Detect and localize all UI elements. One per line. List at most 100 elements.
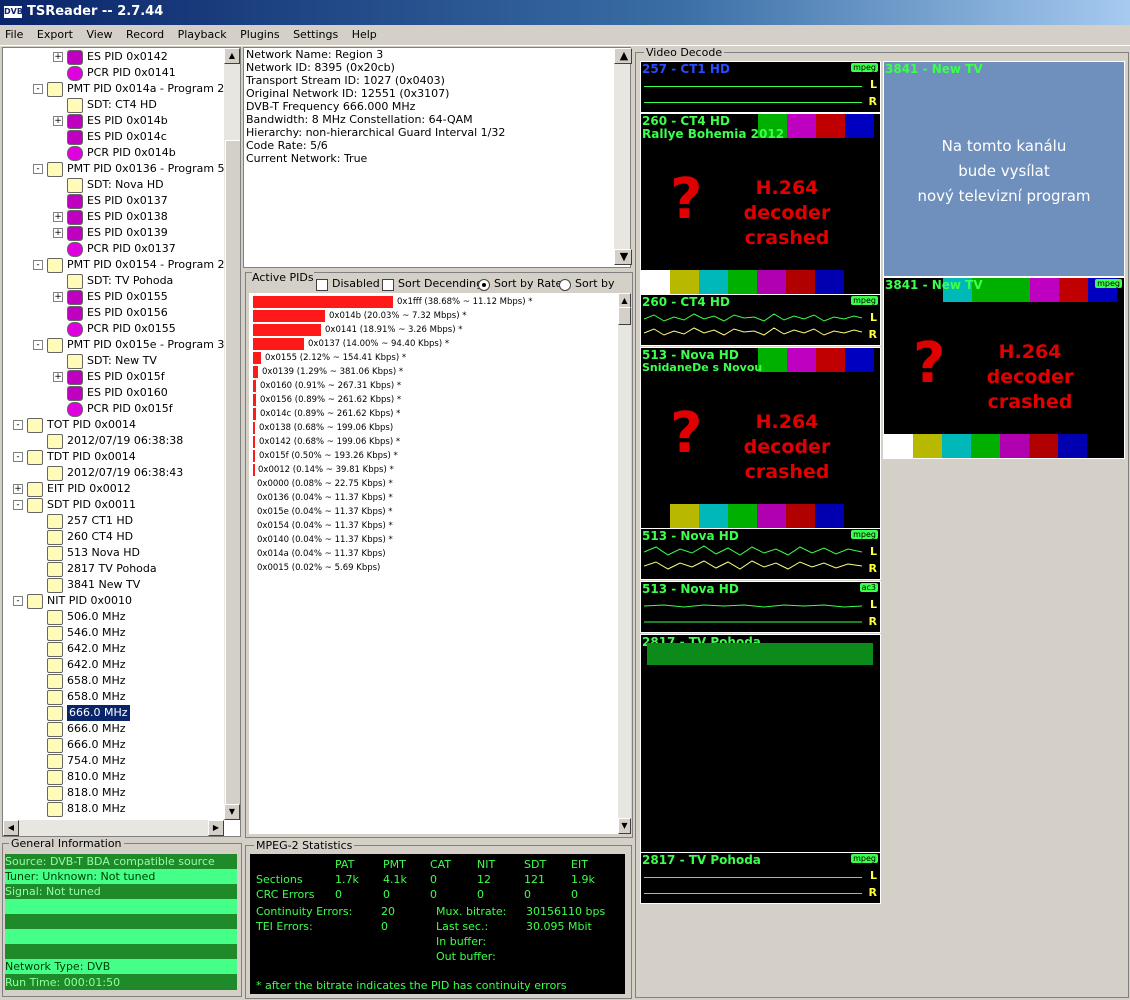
video-panel-ct1-audio[interactable]: 257 - CT1 HD mpeg L R	[640, 61, 881, 113]
tree-item[interactable]: PCR PID 0x0155	[3, 321, 223, 337]
expand-icon[interactable]: +	[53, 292, 63, 302]
expand-icon[interactable]: +	[53, 228, 63, 238]
pid-row[interactable]: 0x0139 (1.29% ~ 381.06 Kbps) *	[253, 365, 613, 379]
pid-row[interactable]: 0x014b (20.03% ~ 7.32 Mbps) *	[253, 309, 613, 323]
tree-vertical-scrollbar[interactable]: ▲ ▼	[224, 48, 240, 820]
tree-item[interactable]: 642.0 MHz	[3, 641, 223, 657]
tree-item[interactable]: 260 CT4 HD	[3, 529, 223, 545]
pid-row[interactable]: 0x0154 (0.04% ~ 11.37 Kbps) *	[253, 519, 613, 533]
pid-row[interactable]: 0x0000 (0.08% ~ 22.75 Kbps) *	[253, 477, 613, 491]
tree-item[interactable]: + ES PID 0x0142	[3, 49, 223, 65]
tree-item[interactable]: + ES PID 0x0139	[3, 225, 223, 241]
tree-item[interactable]: ES PID 0x014c	[3, 129, 223, 145]
pid-tree[interactable]: + ES PID 0x0142 PCR PID 0x0141 - PMT PID 0x0…	[2, 47, 241, 837]
pid-list-scrollbar[interactable]: ▲ ▼	[618, 293, 631, 834]
tree-item[interactable]: + ES PID 0x0138	[3, 209, 223, 225]
tree-item[interactable]: PCR PID 0x015f	[3, 401, 223, 417]
video-panel-nova-audio-mpeg[interactable]: 513 - Nova HD mpeg L R	[640, 528, 881, 580]
expand-icon[interactable]: +	[53, 116, 63, 126]
pid-list-scroll-thumb[interactable]	[618, 307, 631, 325]
video-panel-nova-audio-ac3[interactable]: 513 - Nova HD ac3 L R	[640, 581, 881, 633]
expand-icon[interactable]: +	[53, 52, 63, 62]
tree-item[interactable]: 506.0 MHz	[3, 609, 223, 625]
video-panel-pohoda-audio[interactable]: 2817 - TV Pohoda mpeg L R	[640, 852, 881, 904]
video-panel-ct4-video[interactable]: 260 - CT4 HD Rallye Bohemia 2012 ? H.264…	[640, 113, 881, 295]
menu-file[interactable]: File	[0, 25, 28, 41]
tree-item[interactable]: 818.0 MHz	[3, 785, 223, 801]
video-panel-nova-video[interactable]: 513 - Nova HD SnidaneDe s Novou ? H.264 …	[640, 347, 881, 529]
collapse-icon[interactable]: -	[13, 596, 23, 606]
scroll-down-icon[interactable]: ▼	[614, 249, 632, 265]
collapse-icon[interactable]: -	[33, 84, 43, 94]
tree-item[interactable]: SDT: CT4 HD	[3, 97, 223, 113]
collapse-icon[interactable]: -	[33, 340, 43, 350]
tree-item[interactable]: 546.0 MHz	[3, 625, 223, 641]
tree-item[interactable]: - NIT PID 0x0010	[3, 593, 223, 609]
pid-row[interactable]: 0x015f (0.50% ~ 193.26 Kbps) *	[253, 449, 613, 463]
menu-help[interactable]: Help	[347, 25, 382, 41]
expand-icon[interactable]: +	[13, 484, 23, 494]
tree-horizontal-scrollbar[interactable]: ◀ ▶	[3, 820, 224, 836]
tree-item[interactable]: SDT: Nova HD	[3, 177, 223, 193]
collapse-icon[interactable]: -	[13, 452, 23, 462]
collapse-icon[interactable]: -	[33, 164, 43, 174]
collapse-icon[interactable]: -	[33, 260, 43, 270]
pid-bitrate-list[interactable]: 0x1fff (38.68% ~ 11.12 Mbps) * 0x014b (20…	[249, 293, 619, 834]
tree-item[interactable]: ES PID 0x0137	[3, 193, 223, 209]
video-panel-newtv-crash[interactable]: 3841 - New TV mpeg ? H.264 decoder crashe…	[883, 277, 1125, 459]
tree-item[interactable]: 513 Nova HD	[3, 545, 223, 561]
pid-row[interactable]: 0x0155 (2.12% ~ 154.41 Kbps) *	[253, 351, 613, 365]
scroll-up-icon[interactable]: ▲	[224, 48, 240, 64]
info-scrollbar[interactable]: ▲ ▼	[614, 48, 632, 265]
pid-row[interactable]: 0x014c (0.89% ~ 261.62 Kbps) *	[253, 407, 613, 421]
pid-row[interactable]: 0x0136 (0.04% ~ 11.37 Kbps) *	[253, 491, 613, 505]
video-panel-pohoda-video[interactable]: 2817 - TV Pohoda	[640, 634, 881, 853]
tree-item[interactable]: - PMT PID 0x014a - Program 260	[3, 81, 238, 97]
video-panel-ct4-audio[interactable]: 260 - CT4 HD mpeg L R	[640, 294, 881, 346]
menu-record[interactable]: Record	[121, 25, 169, 41]
tree-item[interactable]: 2817 TV Pohoda	[3, 561, 223, 577]
scroll-right-icon[interactable]: ▶	[208, 820, 224, 836]
tree-item[interactable]: 666.0 MHz	[3, 705, 223, 721]
tree-item[interactable]: 642.0 MHz	[3, 657, 223, 673]
pid-row[interactable]: 0x0140 (0.04% ~ 11.37 Kbps) *	[253, 533, 613, 547]
pid-row[interactable]: 0x1fff (38.68% ~ 11.12 Mbps) *	[253, 295, 613, 309]
pid-row[interactable]: 0x014a (0.04% ~ 11.37 Kbps)	[253, 547, 613, 561]
menu-plugins[interactable]: Plugins	[235, 25, 284, 41]
menu-export[interactable]: Export	[32, 25, 78, 41]
scroll-left-icon[interactable]: ◀	[3, 820, 19, 836]
tree-item[interactable]: + ES PID 0x014b	[3, 113, 223, 129]
tree-item[interactable]: PCR PID 0x0141	[3, 65, 223, 81]
tree-item[interactable]: SDT: TV Pohoda	[3, 273, 223, 289]
scroll-down-icon[interactable]: ▼	[618, 818, 631, 834]
tree-item[interactable]: - PMT PID 0x0136 - Program 513	[3, 161, 239, 177]
tree-item[interactable]: PCR PID 0x0137	[3, 241, 223, 257]
video-panel-newtv-video[interactable]: 3841 - New TV Na tomto kanálu bude vysíl…	[883, 61, 1125, 277]
sort-by-rate-radio[interactable]	[478, 279, 490, 291]
tree-item[interactable]: 666.0 MHz	[3, 737, 223, 753]
pid-row[interactable]: 0x0015 (0.02% ~ 5.69 Kbps)	[253, 561, 613, 575]
disabled-checkbox[interactable]	[316, 279, 328, 291]
tree-item[interactable]: + ES PID 0x015f	[3, 369, 223, 385]
pid-row[interactable]: 0x015e (0.04% ~ 11.37 Kbps) *	[253, 505, 613, 519]
pid-row[interactable]: 0x0138 (0.68% ~ 199.06 Kbps)	[253, 421, 613, 435]
menu-playback[interactable]: Playback	[173, 25, 232, 41]
tree-item[interactable]: - TOT PID 0x0014	[3, 417, 223, 433]
tree-item[interactable]: + ES PID 0x0155	[3, 289, 223, 305]
tree-scroll-thumb[interactable]	[225, 140, 240, 818]
tree-item[interactable]: 754.0 MHz	[3, 753, 223, 769]
pid-row[interactable]: 0x0156 (0.89% ~ 261.62 Kbps) *	[253, 393, 613, 407]
tree-item[interactable]: 658.0 MHz	[3, 689, 223, 705]
tree-item[interactable]: 257 CT1 HD	[3, 513, 223, 529]
tree-item[interactable]: PCR PID 0x014b	[3, 145, 223, 161]
tree-item[interactable]: + EIT PID 0x0012	[3, 481, 223, 497]
tree-item[interactable]: 2012/07/19 06:38:38	[3, 433, 223, 449]
expand-icon[interactable]: +	[53, 372, 63, 382]
tree-item[interactable]: ES PID 0x0156	[3, 305, 223, 321]
tree-item[interactable]: 666.0 MHz	[3, 721, 223, 737]
tree-item[interactable]: - TDT PID 0x0014	[3, 449, 223, 465]
tree-item[interactable]: - PMT PID 0x0154 - Program 2817	[3, 257, 240, 273]
menu-settings[interactable]: Settings	[288, 25, 343, 41]
tree-item[interactable]: - SDT PID 0x0011	[3, 497, 223, 513]
menu-view[interactable]: View	[81, 25, 117, 41]
